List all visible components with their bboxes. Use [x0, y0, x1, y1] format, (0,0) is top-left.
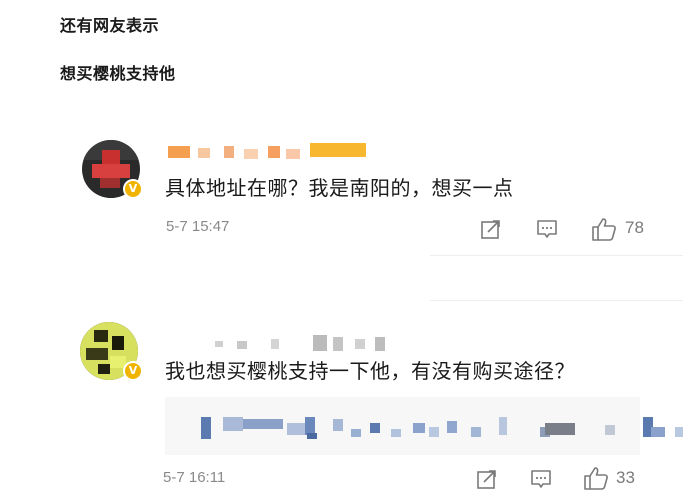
share-icon[interactable] — [480, 218, 502, 240]
verified-v-icon: V — [123, 179, 143, 199]
username-blurred[interactable] — [215, 335, 395, 353]
like-count: 78 — [625, 218, 644, 237]
blurred-reply-content — [165, 397, 683, 455]
comment-icon[interactable] — [530, 468, 552, 490]
like-count: 33 — [616, 468, 635, 487]
screenshot-page: 还有网友表示 想买樱桃支持他 V 具体地址在哪？我是南阳的，想买一点 5-7 1… — [0, 0, 683, 490]
divider — [430, 255, 683, 256]
caption-line-1: 还有网友表示 — [60, 16, 160, 35]
username-blurred[interactable] — [168, 143, 368, 161]
thumbs-up-icon[interactable] — [583, 465, 609, 490]
comment-icon[interactable] — [536, 218, 558, 240]
comment-card — [64, 300, 659, 490]
thumbs-up-icon[interactable] — [591, 216, 617, 242]
caption-line-2: 想买樱桃支持他 — [60, 64, 176, 83]
comment-text: 具体地址在哪？我是南阳的，想买一点 — [165, 176, 514, 200]
divider — [430, 300, 683, 301]
comment-timestamp: 5-7 16:11 — [163, 469, 226, 486]
comment-timestamp: 5-7 15:47 — [166, 218, 230, 235]
comment-text: 我也想买樱桃支持一下他，有没有购买途径？ — [165, 359, 575, 383]
verified-v-icon: V — [123, 361, 143, 381]
share-icon[interactable] — [476, 468, 498, 490]
